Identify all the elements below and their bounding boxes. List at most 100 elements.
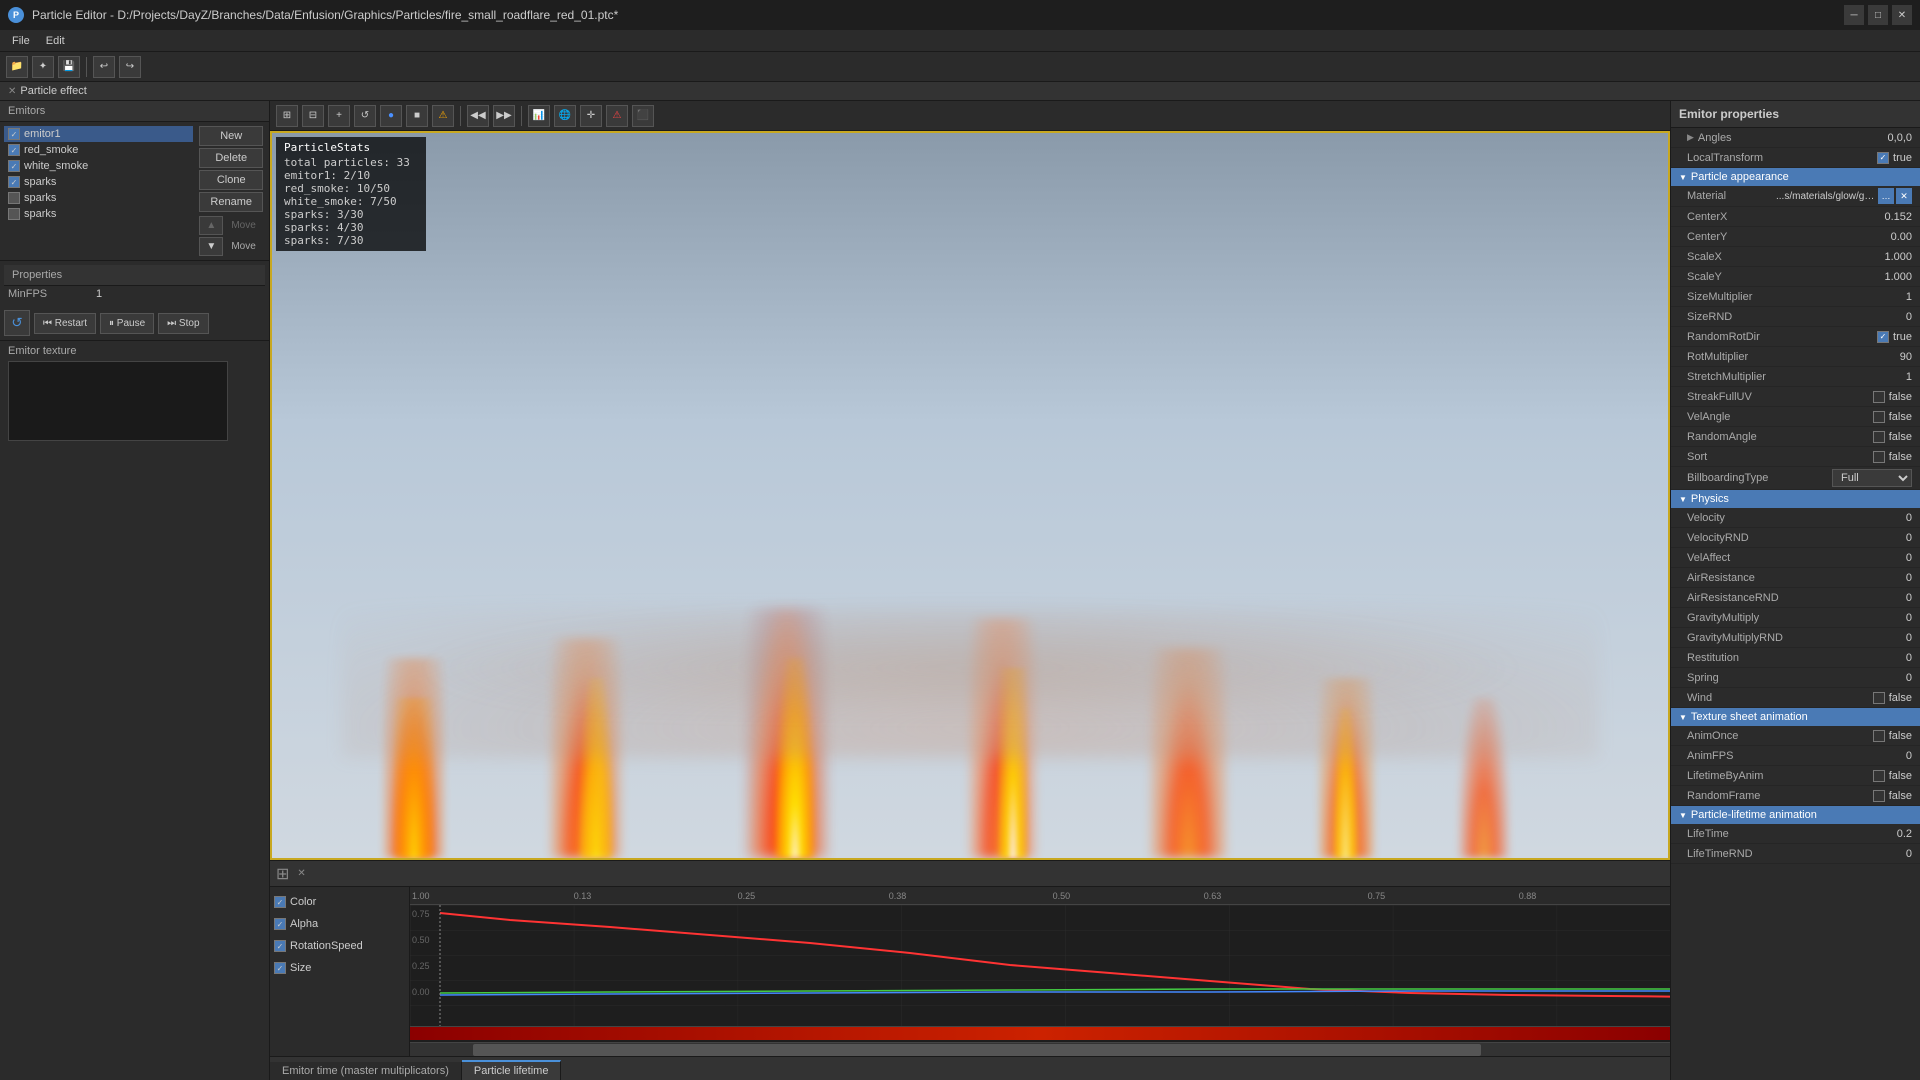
stats-row-5: sparks: 7/30	[284, 234, 418, 247]
angles-arrow: ▶	[1687, 132, 1694, 143]
particle-appearance-header[interactable]: ▼ Particle appearance	[1671, 168, 1920, 186]
track-alpha-checkbox[interactable]: ✓	[274, 918, 286, 930]
emitor-row-5[interactable]: sparks	[4, 206, 193, 222]
randomangle-checkbox[interactable]	[1873, 431, 1885, 443]
velangle-checkbox[interactable]	[1873, 411, 1885, 423]
track-rotation: ✓ RotationSpeed	[274, 935, 405, 957]
physics-header[interactable]: ▼ Physics	[1671, 490, 1920, 508]
title-bar: P Particle Editor - D:/Projects/DayZ/Bra…	[0, 0, 1920, 30]
emitor-checkbox-0[interactable]: ✓	[8, 128, 20, 140]
emitor-checkbox-1[interactable]: ✓	[8, 144, 20, 156]
toolbar-btn-undo[interactable]: ↩	[93, 56, 115, 78]
sort-checkbox[interactable]	[1873, 451, 1885, 463]
viewport-btn-refresh[interactable]: ↺	[354, 105, 376, 127]
localtransform-checkbox[interactable]: ✓	[1877, 152, 1889, 164]
new-button[interactable]: New	[199, 126, 263, 146]
angles-value: 0,0,0	[1852, 132, 1912, 144]
randomangle-checkbox-container: false	[1852, 431, 1912, 443]
lifetimebyanim-checkbox[interactable]	[1873, 770, 1885, 782]
track-color-checkbox[interactable]: ✓	[274, 896, 286, 908]
emitor-row-0[interactable]: ✓ emitor1	[4, 126, 193, 142]
viewport-btn-next[interactable]: ▶▶	[493, 105, 515, 127]
move-up-button[interactable]: ▲	[199, 216, 223, 235]
viewport-btn-chart[interactable]: 📊	[528, 105, 550, 127]
particle-lifetime-animation-header[interactable]: ▼ Particle-lifetime animation	[1671, 806, 1920, 824]
viewport-btn-add[interactable]: +	[328, 105, 350, 127]
emitor-checkbox-5[interactable]	[8, 208, 20, 220]
ruler-1: 0.13	[574, 891, 592, 901]
viewport-btn-target[interactable]: ✛	[580, 105, 602, 127]
emitor-name-3: sparks	[24, 176, 56, 188]
animonce-value: false	[1889, 730, 1912, 742]
lifetimebyanim-value: false	[1889, 770, 1912, 782]
stats-title: ParticleStats	[284, 141, 418, 154]
restitution-label: Restitution	[1687, 652, 1852, 664]
wind-checkbox[interactable]	[1873, 692, 1885, 704]
emitor-row-4[interactable]: sparks	[4, 190, 193, 206]
viewport-btn-grid4[interactable]: ⊟	[302, 105, 324, 127]
restitution-row: Restitution 0	[1671, 648, 1920, 668]
airresistancernd-value: 0	[1852, 592, 1912, 604]
randomframe-checkbox[interactable]	[1873, 790, 1885, 802]
close-button[interactable]: ✕	[1892, 5, 1912, 25]
angles-row: ▶ Angles 0,0,0	[1671, 128, 1920, 148]
delete-button[interactable]: Delete	[199, 148, 263, 168]
emitor-name-0: emitor1	[24, 128, 61, 140]
track-rotation-checkbox[interactable]: ✓	[274, 940, 286, 952]
move-down-button[interactable]: ▼	[199, 237, 223, 256]
viewport-toolbar-sep-2	[521, 106, 522, 126]
emitor-checkbox-4[interactable]	[8, 192, 20, 204]
centerx-value: 0.152	[1852, 211, 1912, 223]
material-clear-button[interactable]: ✕	[1896, 188, 1912, 204]
timeline-canvas[interactable]: 1.00 0.13 0.25 0.38 0.50 0.63 0.75 0.88	[410, 887, 1670, 1056]
viewport-btn-alert[interactable]: ⚠	[606, 105, 628, 127]
material-browse-button[interactable]: …	[1878, 188, 1894, 204]
clone-button[interactable]: Clone	[199, 170, 263, 190]
sort-checkbox-container: false	[1852, 451, 1912, 463]
stop-button[interactable]: ⏭ Stop	[158, 313, 208, 334]
velocityrnd-value: 0	[1852, 532, 1912, 544]
rename-button[interactable]: Rename	[199, 192, 263, 212]
menu-file[interactable]: File	[4, 33, 38, 49]
track-size-checkbox[interactable]: ✓	[274, 962, 286, 974]
menu-edit[interactable]: Edit	[38, 33, 73, 49]
timeline-scrollbar[interactable]	[410, 1042, 1670, 1056]
viewport-btn-prev[interactable]: ◀◀	[467, 105, 489, 127]
billboardingtype-select[interactable]: Full	[1832, 469, 1912, 487]
rotmultiplier-label: RotMultiplier	[1687, 351, 1852, 363]
grid-icon[interactable]: ⊞	[276, 864, 289, 884]
minimize-button[interactable]: ─	[1844, 5, 1864, 25]
viewport-btn-square[interactable]: ■	[406, 105, 428, 127]
toolbar-btn-save[interactable]: 💾	[58, 56, 80, 78]
randomframe-value: false	[1889, 790, 1912, 802]
viewport-btn-grid2[interactable]: ⊞	[276, 105, 298, 127]
close-panel-icon[interactable]: ✕	[297, 868, 305, 879]
randomrotdir-checkbox[interactable]: ✓	[1877, 331, 1889, 343]
appearance-label: Particle appearance	[1691, 171, 1789, 183]
tab-emitor-time[interactable]: Emitor time (master multiplicators)	[270, 1062, 462, 1080]
scrollbar-thumb[interactable]	[473, 1044, 1481, 1056]
restart-button[interactable]: ⏮ Restart	[34, 313, 96, 334]
menu-bar: File Edit	[0, 30, 1920, 52]
emitor-row-2[interactable]: ✓ white_smoke	[4, 158, 193, 174]
emitor-checkbox-3[interactable]: ✓	[8, 176, 20, 188]
toolbar-btn-redo[interactable]: ↪	[119, 56, 141, 78]
texture-sheet-header[interactable]: ▼ Texture sheet animation	[1671, 708, 1920, 726]
tab-particle-lifetime[interactable]: Particle lifetime	[462, 1060, 562, 1080]
refresh-button[interactable]: ↺	[4, 310, 30, 336]
maximize-button[interactable]: □	[1868, 5, 1888, 25]
emitor-checkbox-2[interactable]: ✓	[8, 160, 20, 172]
streakfulluv-checkbox[interactable]	[1873, 391, 1885, 403]
pause-button[interactable]: ⏸ Pause	[100, 313, 154, 334]
toolbar-btn-folder[interactable]: 📁	[6, 56, 28, 78]
timeline-scrollbar-red[interactable]	[410, 1026, 1670, 1040]
wind-row: Wind false	[1671, 688, 1920, 708]
viewport-btn-warning[interactable]: ⚠	[432, 105, 454, 127]
toolbar-btn-new[interactable]: ✦	[32, 56, 54, 78]
viewport-btn-stop2[interactable]: ⬛	[632, 105, 654, 127]
emitor-row-3[interactable]: ✓ sparks	[4, 174, 193, 190]
viewport-btn-circle[interactable]: ●	[380, 105, 402, 127]
emitor-row-1[interactable]: ✓ red_smoke	[4, 142, 193, 158]
animonce-checkbox[interactable]	[1873, 730, 1885, 742]
viewport-btn-globe[interactable]: 🌐	[554, 105, 576, 127]
